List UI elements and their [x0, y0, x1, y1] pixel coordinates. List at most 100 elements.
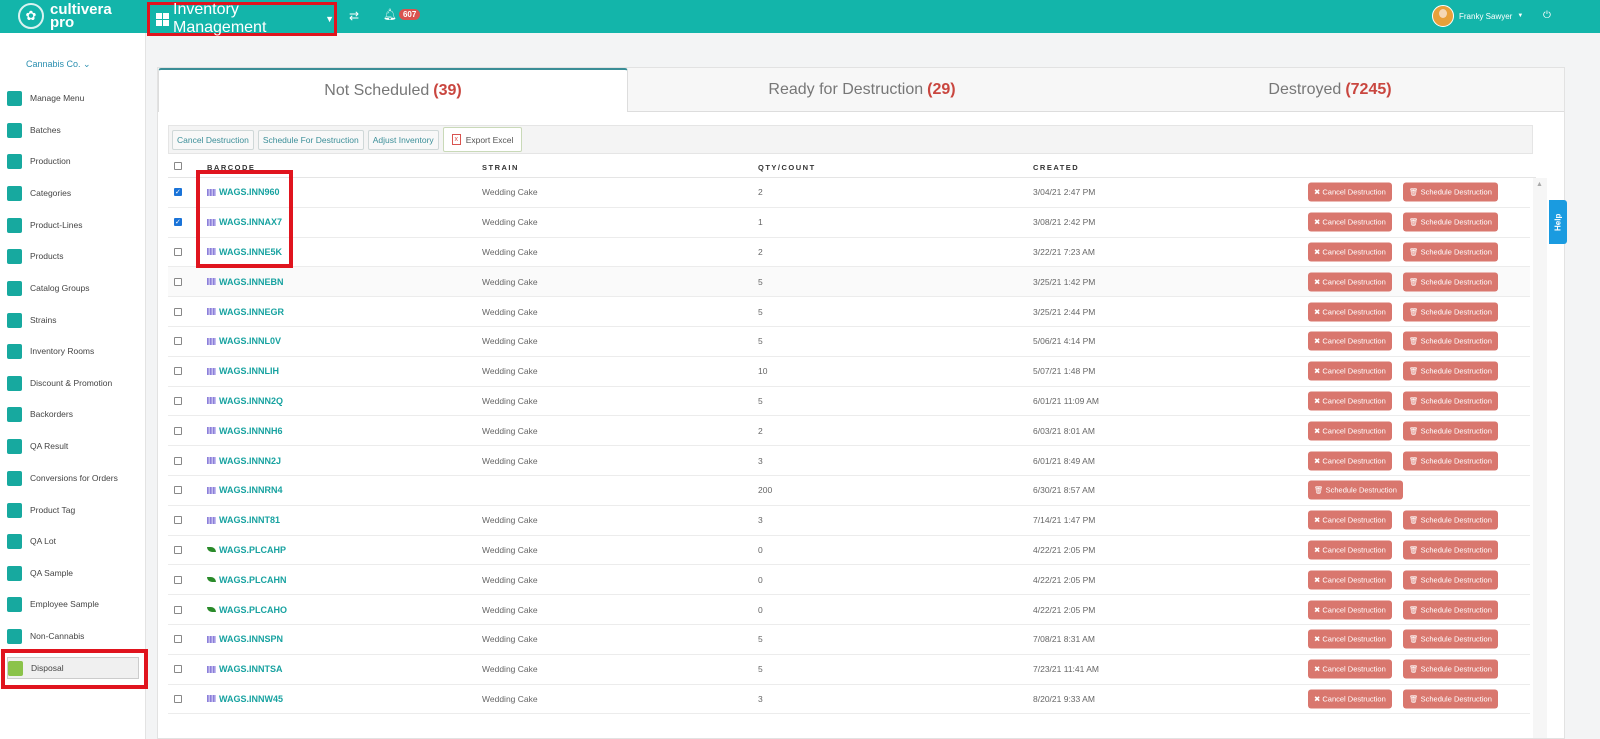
barcode-link[interactable]: WAGS.INNEGR: [207, 307, 284, 317]
barcode-link[interactable]: WAGS.PLCAHO: [207, 605, 287, 615]
barcode-link[interactable]: WAGS.INNSPN: [207, 634, 283, 644]
swap-icon[interactable]: ⇄: [349, 9, 359, 23]
row-checkbox[interactable]: [174, 307, 182, 316]
header-strain[interactable]: STRAIN: [482, 163, 519, 172]
cancel-destruction-button[interactable]: ✖ Cancel Destruction: [1308, 212, 1392, 232]
barcode-link[interactable]: WAGS.INNLIH: [207, 366, 279, 376]
barcode-link[interactable]: WAGS.INNT81: [207, 515, 280, 525]
sidebar-item-qa-sample[interactable]: QA Sample: [7, 562, 139, 584]
cancel-destruction-button[interactable]: ✖ Cancel Destruction: [1308, 600, 1392, 620]
schedule-destruction-button[interactable]: 🗑︎ Schedule Destruction: [1403, 302, 1498, 322]
schedule-destruction-button[interactable]: 🗑︎ Schedule Destruction: [1403, 361, 1498, 381]
header-created[interactable]: CREATED: [1033, 163, 1079, 172]
user-menu[interactable]: Franky Sawyer ▼: [1432, 5, 1523, 27]
schedule-destruction-button[interactable]: 🗑︎ Schedule Destruction: [1308, 480, 1403, 500]
barcode-link[interactable]: WAGS.INNTSA: [207, 664, 283, 674]
schedule-destruction-button[interactable]: 🗑︎ Schedule Destruction: [1403, 212, 1498, 232]
sidebar-item-product-tag[interactable]: Product Tag: [7, 499, 139, 521]
schedule-destruction-button[interactable]: 🗑︎ Schedule Destruction: [1403, 629, 1498, 649]
logo[interactable]: ✿ cultivera pro: [18, 2, 112, 30]
cancel-destruction-button[interactable]: ✖ Cancel Destruction: [1308, 421, 1392, 441]
sidebar-item-production[interactable]: Production: [7, 150, 139, 172]
schedule-destruction-button[interactable]: 🗑︎ Schedule Destruction: [1403, 182, 1498, 202]
sidebar-item-discount-promotion[interactable]: Discount & Promotion: [7, 372, 139, 394]
export-excel-button[interactable]: x Export Excel: [442, 127, 523, 152]
cancel-destruction-button[interactable]: ✖ Cancel Destruction: [1308, 629, 1392, 649]
row-checkbox[interactable]: [174, 575, 182, 584]
schedule-destruction-button[interactable]: 🗑︎ Schedule Destruction: [1403, 689, 1498, 709]
row-checkbox[interactable]: [174, 218, 182, 227]
schedule-destruction-button[interactable]: 🗑︎ Schedule Destruction: [1403, 331, 1498, 351]
cancel-destruction-button[interactable]: ✖ Cancel Destruction: [1308, 391, 1392, 411]
schedule-destruction-button[interactable]: 🗑︎ Schedule Destruction: [1403, 600, 1498, 620]
module-switcher[interactable]: Inventory Management ▼: [147, 1, 337, 36]
schedule-destruction-button[interactable]: 🗑︎ Schedule Destruction: [1403, 272, 1498, 292]
row-checkbox[interactable]: [174, 247, 182, 256]
barcode-link[interactable]: WAGS.INNRN4: [207, 485, 283, 495]
power-icon[interactable]: ⏻: [1543, 10, 1551, 21]
sidebar-item-backorders[interactable]: Backorders: [7, 403, 139, 425]
cancel-destruction-button[interactable]: ✖ Cancel Destruction: [1308, 242, 1392, 262]
barcode-link[interactable]: WAGS.PLCAHP: [207, 545, 286, 555]
schedule-destruction-button[interactable]: 🗑︎ Schedule Destruction: [1403, 421, 1498, 441]
schedule-destruction-button[interactable]: 🗑︎ Schedule Destruction: [1403, 540, 1498, 560]
select-all-checkbox[interactable]: [174, 162, 182, 170]
cancel-destruction-button[interactable]: ✖ Cancel Destruction: [1308, 540, 1392, 560]
row-checkbox[interactable]: [174, 277, 182, 286]
tab-destroyed[interactable]: Destroyed (7245): [1096, 68, 1564, 112]
schedule-for-destruction-button[interactable]: Schedule For Destruction: [257, 129, 364, 150]
sidebar-item-catalog-groups[interactable]: Catalog Groups: [7, 277, 139, 299]
sidebar-item-manage-menu[interactable]: Manage Menu: [7, 87, 139, 109]
sidebar-item-qa-result[interactable]: QA Result: [7, 435, 139, 457]
row-checkbox[interactable]: [174, 486, 182, 495]
scrollbar[interactable]: ▲: [1533, 178, 1547, 738]
cancel-destruction-button[interactable]: Cancel Destruction: [172, 129, 254, 150]
company-selector[interactable]: Cannabis Co. ⌄: [26, 59, 91, 70]
cancel-destruction-button[interactable]: ✖ Cancel Destruction: [1308, 331, 1392, 351]
sidebar-item-product-lines[interactable]: Product-Lines: [7, 214, 139, 236]
help-button[interactable]: Help: [1549, 200, 1567, 244]
barcode-link[interactable]: WAGS.INNN2Q: [207, 396, 283, 406]
barcode-link[interactable]: WAGS.INNN2J: [207, 456, 281, 466]
row-checkbox[interactable]: [174, 516, 182, 525]
schedule-destruction-button[interactable]: 🗑︎ Schedule Destruction: [1403, 391, 1498, 411]
row-checkbox[interactable]: [174, 635, 182, 644]
tab-not-scheduled[interactable]: Not Scheduled (39): [158, 68, 628, 112]
row-checkbox[interactable]: [174, 694, 182, 703]
schedule-destruction-button[interactable]: 🗑︎ Schedule Destruction: [1403, 510, 1498, 530]
row-checkbox[interactable]: [174, 188, 182, 197]
sidebar-item-batches[interactable]: Batches: [7, 119, 139, 141]
barcode-link[interactable]: WAGS.INNW45: [207, 694, 283, 704]
adjust-inventory-button[interactable]: Adjust Inventory: [367, 129, 439, 150]
sidebar-item-employee-sample[interactable]: Employee Sample: [7, 593, 139, 615]
barcode-link[interactable]: WAGS.INNEBN: [207, 277, 284, 287]
notifications-button[interactable]: 🔔︎ 607: [383, 8, 421, 21]
row-checkbox[interactable]: [174, 545, 182, 554]
sidebar-item-conversions-for-orders[interactable]: Conversions for Orders: [7, 467, 139, 489]
cancel-destruction-button[interactable]: ✖ Cancel Destruction: [1308, 302, 1392, 322]
row-checkbox[interactable]: [174, 456, 182, 465]
sidebar-item-products[interactable]: Products: [7, 245, 139, 267]
cancel-destruction-button[interactable]: ✖ Cancel Destruction: [1308, 570, 1392, 590]
row-checkbox[interactable]: [174, 367, 182, 376]
barcode-link[interactable]: WAGS.INNL0V: [207, 336, 281, 346]
cancel-destruction-button[interactable]: ✖ Cancel Destruction: [1308, 659, 1392, 679]
cancel-destruction-button[interactable]: ✖ Cancel Destruction: [1308, 272, 1392, 292]
sidebar-item-inventory-rooms[interactable]: Inventory Rooms: [7, 340, 139, 362]
header-qty[interactable]: QTY/COUNT: [758, 163, 816, 172]
cancel-destruction-button[interactable]: ✖ Cancel Destruction: [1308, 361, 1392, 381]
cancel-destruction-button[interactable]: ✖ Cancel Destruction: [1308, 510, 1392, 530]
barcode-link[interactable]: WAGS.PLCAHN: [207, 575, 287, 585]
cancel-destruction-button[interactable]: ✖ Cancel Destruction: [1308, 182, 1392, 202]
sidebar-item-categories[interactable]: Categories: [7, 182, 139, 204]
schedule-destruction-button[interactable]: 🗑︎ Schedule Destruction: [1403, 242, 1498, 262]
row-checkbox[interactable]: [174, 426, 182, 435]
sidebar-item-strains[interactable]: Strains: [7, 309, 139, 331]
row-checkbox[interactable]: [174, 337, 182, 346]
sidebar-item-qa-lot[interactable]: QA Lot: [7, 530, 139, 552]
cancel-destruction-button[interactable]: ✖ Cancel Destruction: [1308, 689, 1392, 709]
row-checkbox[interactable]: [174, 665, 182, 674]
barcode-link[interactable]: WAGS.INNNH6: [207, 426, 283, 436]
schedule-destruction-button[interactable]: 🗑︎ Schedule Destruction: [1403, 659, 1498, 679]
schedule-destruction-button[interactable]: 🗑︎ Schedule Destruction: [1403, 570, 1498, 590]
